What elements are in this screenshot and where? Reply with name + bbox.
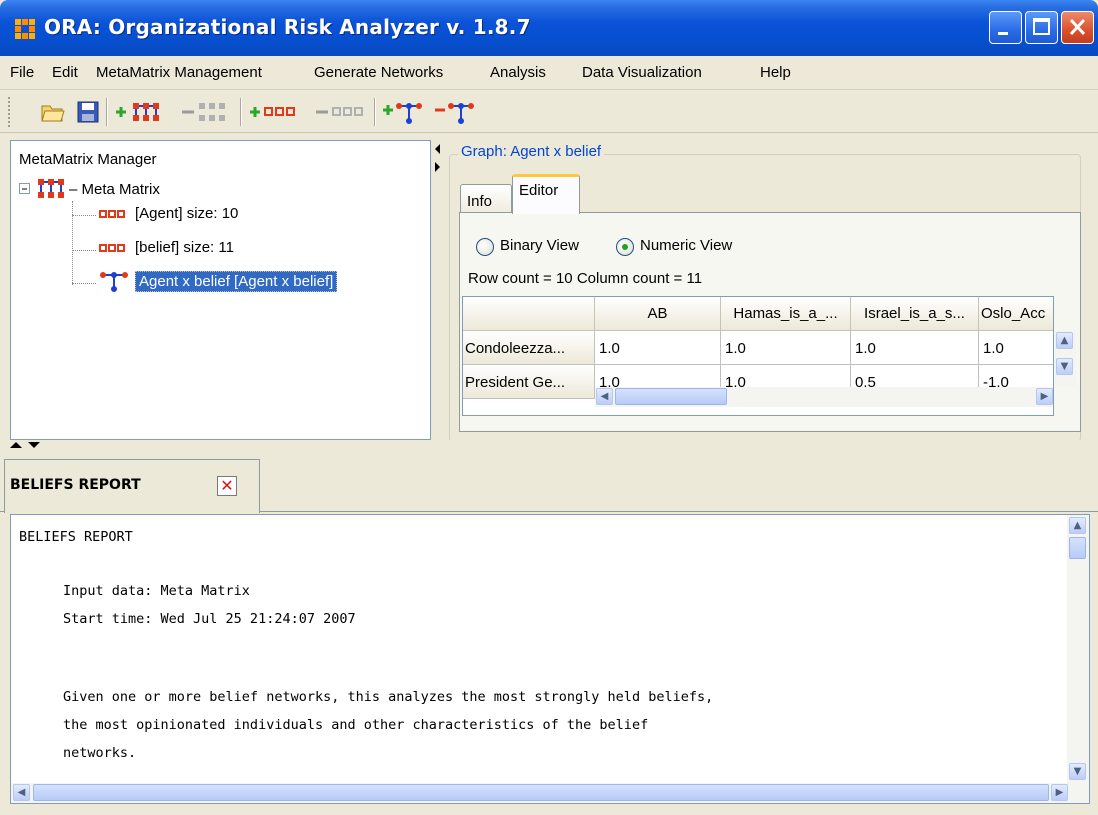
scroll-thumb[interactable]	[33, 784, 1049, 801]
toolbar-grip[interactable]	[8, 97, 12, 127]
tree-item-label: [Agent] size: 10	[135, 205, 239, 222]
scroll-right-icon[interactable]: ▶	[1051, 784, 1068, 801]
table-cell[interactable]: 1.0	[979, 331, 1053, 365]
add-nodeset-button[interactable]	[246, 96, 304, 128]
menu-data-visualization[interactable]: Data Visualization	[582, 64, 702, 81]
vertical-splitter[interactable]	[433, 140, 443, 440]
toolbar	[0, 91, 1098, 133]
minimize-button[interactable]	[989, 11, 1022, 44]
numeric-view-label: Numeric View	[640, 237, 733, 254]
close-report-tab-icon[interactable]: ✕	[217, 476, 237, 496]
add-graph-icon	[383, 103, 422, 124]
menu-metamatrix-management[interactable]: MetaMatrix Management	[96, 64, 262, 81]
tree-item-agent[interactable]: [Agent] size: 10	[99, 205, 238, 222]
maximize-button[interactable]	[1025, 11, 1058, 44]
menu-bar: File Edit MetaMatrix Management Generate…	[0, 56, 1098, 90]
tree-item-belief[interactable]: [belief] size: 11	[99, 239, 234, 256]
menu-edit[interactable]: Edit	[52, 64, 78, 81]
add-metamatrix-icon	[116, 103, 159, 121]
row-header[interactable]: President Ge...	[463, 365, 595, 399]
add-metamatrix-button[interactable]	[112, 96, 170, 128]
tree-item-agent-x-belief[interactable]: Agent x belief [Agent x belief]	[99, 269, 338, 293]
window-title: ORA: Organizational Risk Analyzer v. 1.8…	[44, 15, 531, 39]
metamatrix-icon	[38, 179, 64, 198]
minimize-icon	[998, 32, 1008, 35]
scroll-thumb[interactable]	[615, 388, 727, 405]
app-icon	[15, 19, 35, 39]
report-line: Given one or more belief networks, this …	[63, 689, 714, 705]
remove-metamatrix-icon	[182, 103, 225, 121]
close-icon	[1069, 18, 1086, 36]
report-tab-label: BELIEFS REPORT	[10, 477, 141, 493]
report-heading: BELIEFS REPORT	[19, 529, 133, 545]
scroll-left-icon[interactable]: ◀	[13, 784, 30, 801]
tab-beliefs-report[interactable]: BELIEFS REPORT ✕	[4, 459, 260, 513]
column-header[interactable]: Israel_is_a_s...	[851, 297, 979, 331]
tab-editor[interactable]: Editor	[512, 174, 580, 214]
menu-file[interactable]: File	[10, 64, 34, 81]
report-line: Input data: Meta Matrix	[63, 583, 250, 599]
graph-icon	[100, 272, 128, 292]
column-header[interactable]: Oslo_Acc	[979, 297, 1053, 331]
scroll-down-icon[interactable]: ▼	[1056, 358, 1073, 375]
tree-item-label: [belief] size: 11	[135, 239, 234, 256]
column-header[interactable]: AB	[595, 297, 721, 331]
tree-node-meta-matrix[interactable]: – Meta Matrix	[19, 177, 160, 201]
menu-generate-networks[interactable]: Generate Networks	[314, 64, 443, 81]
add-nodeset-icon	[250, 107, 295, 117]
report-text-area[interactable]: BELIEFS REPORT Input data: Meta Matrix S…	[10, 514, 1090, 804]
nodeset-icon	[99, 243, 125, 252]
scroll-right-icon[interactable]: ▶	[1036, 388, 1053, 405]
report-tab-bar: BELIEFS REPORT ✕	[0, 455, 1098, 513]
tree-title: MetaMatrix Manager	[19, 151, 157, 168]
report-line: Start time: Wed Jul 25 21:24:07 2007	[63, 611, 356, 627]
save-icon	[77, 101, 99, 123]
scroll-left-icon[interactable]: ◀	[596, 388, 613, 405]
report-horizontal-scrollbar[interactable]: ◀ ▶	[11, 783, 1089, 803]
binary-view-radio[interactable]	[476, 238, 494, 256]
split-arrows-icon[interactable]	[8, 440, 48, 452]
tree-root-label: – Meta Matrix	[69, 180, 160, 198]
remove-metamatrix-button[interactable]	[178, 96, 236, 128]
table-horizontal-scrollbar[interactable]: ◀ ▶	[595, 387, 1053, 407]
scroll-thumb[interactable]	[1069, 537, 1086, 559]
row-header[interactable]: Condoleezza...	[463, 331, 595, 365]
collapse-icon[interactable]	[19, 183, 31, 195]
table-cell[interactable]: 1.0	[721, 331, 851, 365]
open-button[interactable]	[38, 96, 68, 128]
add-graph-button[interactable]	[380, 96, 426, 128]
save-button[interactable]	[74, 96, 102, 128]
remove-nodeset-button[interactable]	[312, 96, 370, 128]
split-arrows-icon[interactable]	[433, 140, 443, 180]
scroll-up-icon[interactable]: ▲	[1056, 332, 1073, 349]
menu-analysis[interactable]: Analysis	[490, 64, 546, 81]
nodeset-icon	[99, 209, 125, 218]
report-vertical-scrollbar[interactable]: ▲ ▼	[1067, 515, 1089, 783]
remove-graph-button[interactable]	[432, 96, 478, 128]
report-line: the most opinionated individuals and oth…	[63, 717, 649, 733]
horizontal-splitter[interactable]	[0, 440, 1098, 454]
scroll-up-icon[interactable]: ▲	[1069, 517, 1086, 534]
report-line: networks.	[63, 745, 137, 761]
scroll-down-icon[interactable]: ▼	[1069, 763, 1086, 780]
title-bar: ORA: Organizational Risk Analyzer v. 1.8…	[0, 0, 1098, 56]
metamatrix-manager-panel: MetaMatrix Manager – Meta Matrix [Agent]…	[10, 140, 431, 440]
row-column-count: Row count = 10 Column count = 11	[468, 270, 703, 287]
table-cell[interactable]: 1.0	[851, 331, 979, 365]
remove-graph-icon	[435, 103, 474, 124]
open-folder-icon	[41, 105, 65, 122]
column-header-corner	[463, 297, 595, 331]
maximize-icon	[1033, 18, 1050, 35]
column-header[interactable]: Hamas_is_a_...	[721, 297, 851, 331]
numeric-view-radio[interactable]	[616, 238, 634, 256]
remove-nodeset-icon	[316, 107, 363, 116]
graph-title: Graph: Agent x belief	[458, 143, 605, 160]
matrix-table: AB Hamas_is_a_... Israel_is_a_s... Oslo_…	[462, 296, 1054, 416]
table-vertical-scrollbar[interactable]: ▲ ▼	[1054, 330, 1076, 386]
table-cell[interactable]: 1.0	[595, 331, 721, 365]
binary-view-label: Binary View	[500, 237, 579, 254]
close-window-button[interactable]	[1061, 11, 1094, 44]
tree-item-label: Agent x belief [Agent x belief]	[135, 270, 338, 292]
menu-help[interactable]: Help	[760, 64, 791, 81]
